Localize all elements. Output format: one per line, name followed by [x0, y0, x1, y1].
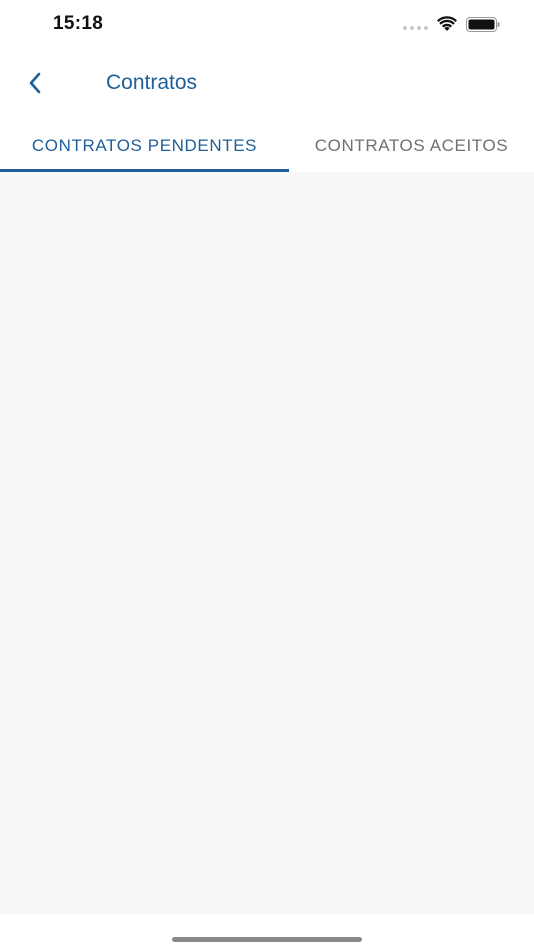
- tab-contratos-aceitos[interactable]: CONTRATOS ACEITOS: [289, 120, 534, 172]
- tab-contratos-pendentes[interactable]: CONTRATOS PENDENTES: [0, 120, 289, 172]
- tab-bar: CONTRATOS PENDENTES CONTRATOS ACEITOS: [0, 120, 534, 172]
- status-time: 15:18: [53, 13, 104, 34]
- contracts-list-area: [0, 172, 534, 915]
- page-title: Contratos: [106, 71, 198, 94]
- chevron-left-icon: [29, 72, 41, 94]
- battery-icon: [466, 17, 500, 32]
- wifi-icon: [437, 16, 457, 32]
- navigation-bar: Contratos: [0, 50, 534, 118]
- home-indicator-area: [0, 915, 534, 950]
- status-bar: 15:18: [0, 0, 534, 50]
- cellular-signal-icon: [403, 26, 429, 32]
- home-indicator[interactable]: [172, 937, 362, 942]
- back-button[interactable]: [18, 66, 52, 100]
